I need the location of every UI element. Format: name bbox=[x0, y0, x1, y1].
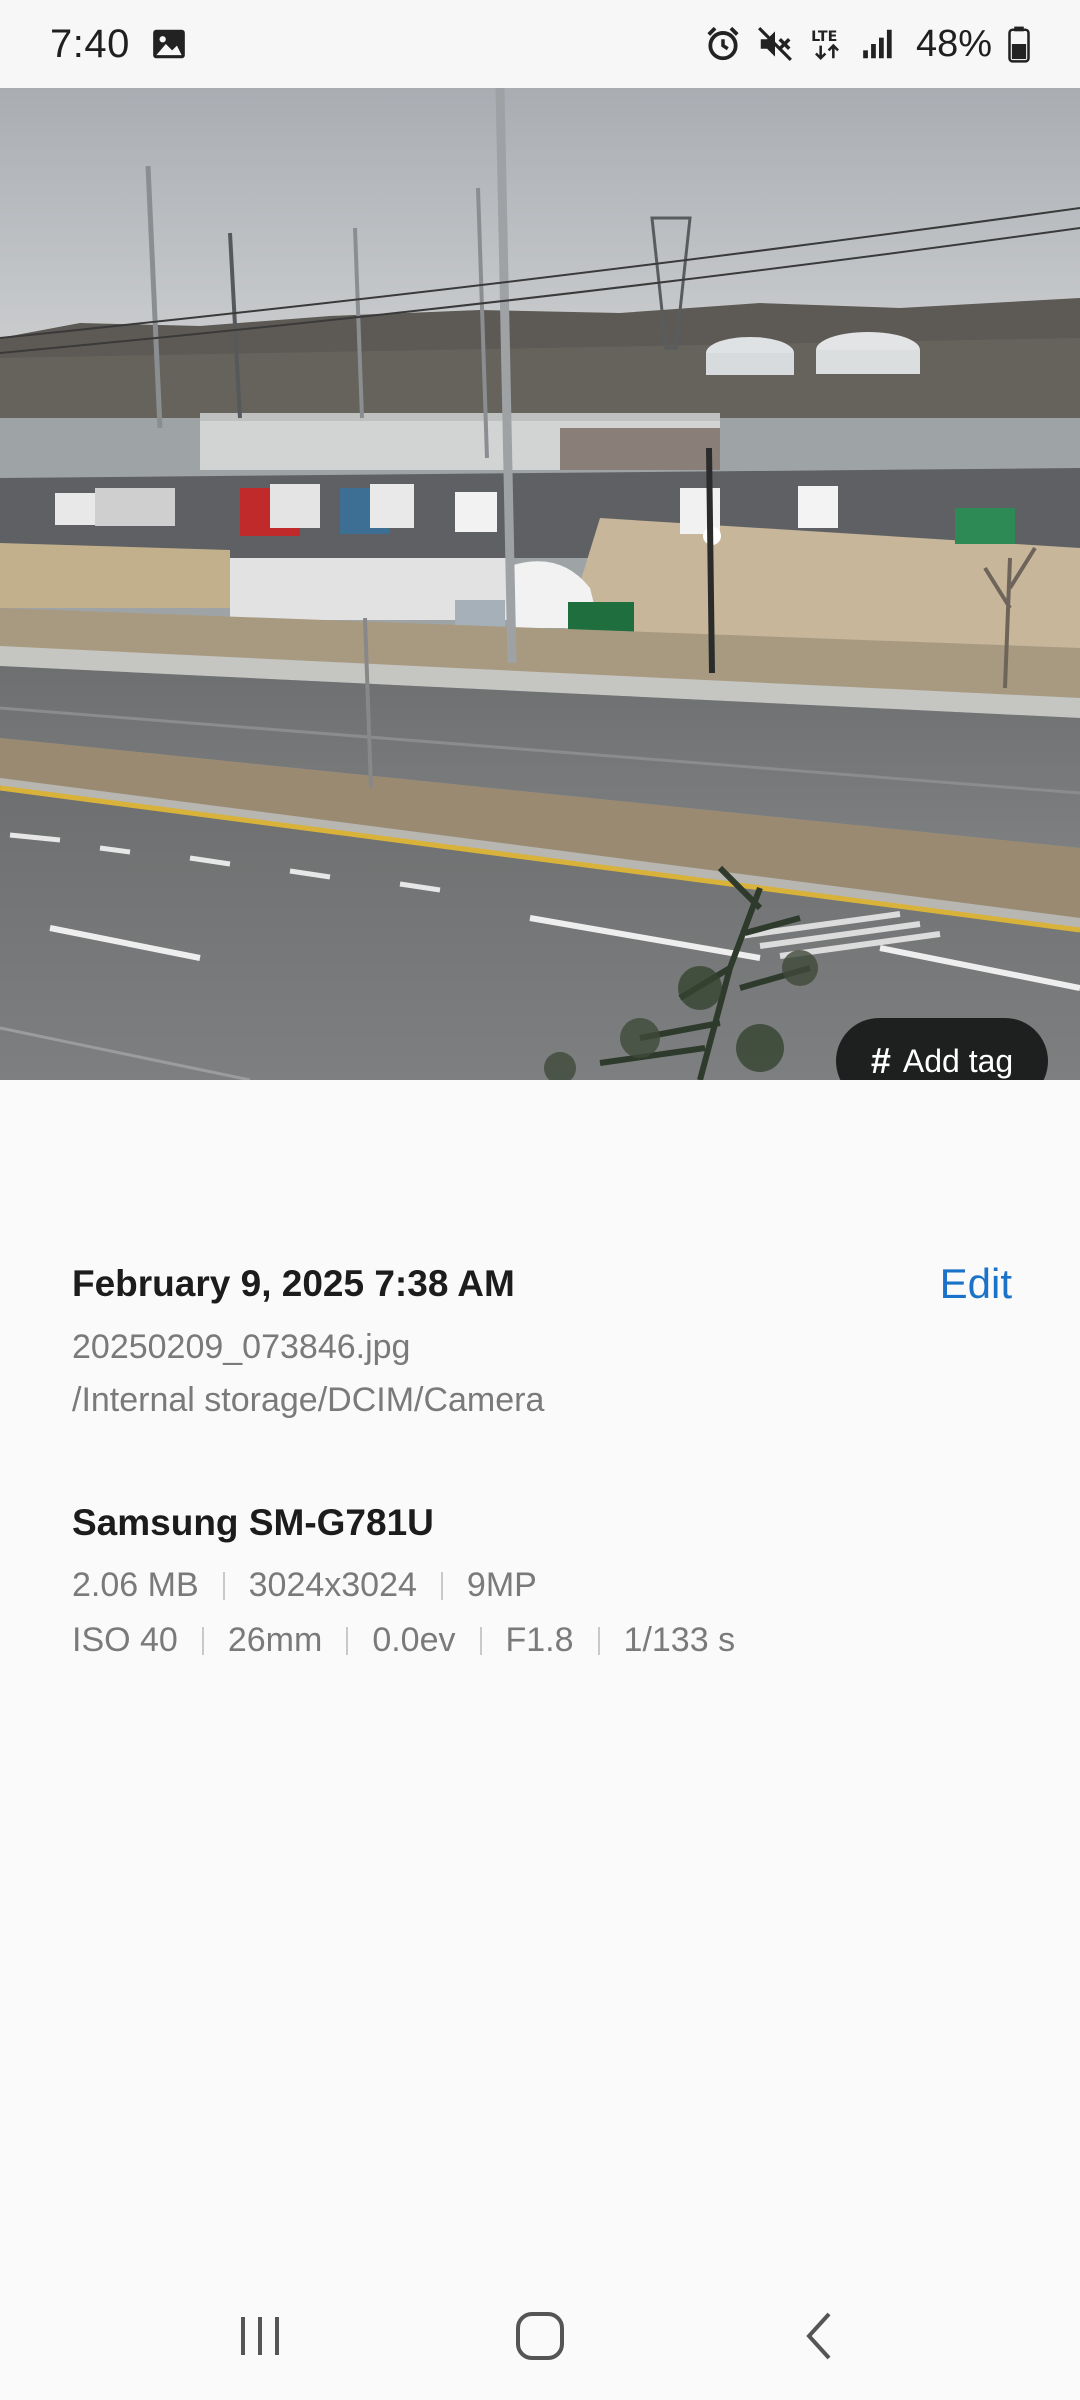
divider bbox=[479, 1626, 482, 1655]
aperture: F1.8 bbox=[505, 1621, 574, 1659]
focal-length: 26mm bbox=[227, 1621, 323, 1659]
camera-details: Samsung SM-G781U 2.06 MB 3024x3024 9MP I… bbox=[72, 1502, 1012, 1660]
exposure-spec-row: ISO 40 26mm 0.0ev F1.8 1/133 s bbox=[72, 1621, 1012, 1660]
recent-apps-icon bbox=[241, 2317, 279, 2355]
back-button[interactable] bbox=[760, 2286, 880, 2386]
battery-percent: 48% bbox=[915, 22, 992, 65]
photo-preview[interactable]: # Add tag bbox=[0, 88, 1080, 1080]
navigation-bar bbox=[0, 2272, 1080, 2400]
add-tag-label: Add tag bbox=[902, 1042, 1014, 1079]
battery-icon bbox=[1006, 25, 1032, 63]
home-button[interactable] bbox=[480, 2286, 600, 2386]
file-details: February 9, 2025 7:38 AM Edit 20250209_0… bbox=[72, 1260, 1012, 1420]
divider bbox=[222, 1571, 225, 1600]
file-name: 20250209_073846.jpg bbox=[72, 1328, 411, 1366]
recent-apps-button[interactable] bbox=[200, 2286, 320, 2386]
file-size: 2.06 MB bbox=[72, 1566, 199, 1604]
status-right: LTE 48% bbox=[704, 23, 1032, 66]
file-path: /Internal storage/DCIM/Camera bbox=[72, 1381, 545, 1419]
alarm-icon bbox=[704, 25, 742, 63]
home-icon bbox=[516, 2312, 564, 2360]
divider bbox=[346, 1626, 349, 1655]
back-icon bbox=[806, 2312, 831, 2360]
signal-icon bbox=[860, 25, 898, 63]
device-model: Samsung SM-G781U bbox=[72, 1502, 434, 1543]
shutter-speed: 1/133 s bbox=[623, 1621, 736, 1659]
hashtag-icon: # bbox=[870, 1040, 891, 1080]
mute-icon bbox=[756, 25, 794, 63]
photo-details-screen: 7:40 LTE 48% # Add tag February 9, 2025 … bbox=[0, 0, 1080, 2400]
date-row: February 9, 2025 7:38 AM Edit bbox=[72, 1260, 1012, 1308]
gallery-notification-icon bbox=[150, 25, 188, 63]
add-tag-button[interactable]: # Add tag bbox=[836, 1018, 1048, 1080]
status-left: 7:40 bbox=[50, 22, 188, 67]
date-time: February 9, 2025 7:38 AM bbox=[72, 1263, 515, 1304]
divider bbox=[440, 1571, 443, 1600]
iso: ISO 40 bbox=[72, 1621, 178, 1659]
svg-text:LTE: LTE bbox=[811, 29, 837, 45]
megapixels: 9MP bbox=[466, 1566, 537, 1604]
status-time: 7:40 bbox=[50, 21, 130, 66]
exposure-value: 0.0ev bbox=[372, 1621, 456, 1659]
photo-image bbox=[0, 88, 1080, 1080]
lte-icon: LTE bbox=[808, 25, 846, 63]
status-bar: 7:40 LTE 48% bbox=[0, 0, 1080, 88]
divider bbox=[597, 1626, 600, 1655]
divider bbox=[201, 1626, 204, 1655]
resolution: 3024x3024 bbox=[248, 1566, 417, 1604]
edit-button[interactable]: Edit bbox=[940, 1260, 1012, 1308]
file-spec-row: 2.06 MB 3024x3024 9MP bbox=[72, 1566, 1012, 1605]
